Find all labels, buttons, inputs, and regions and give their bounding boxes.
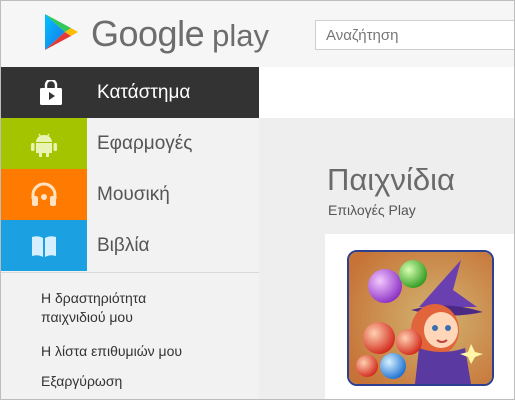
games-panel: Παιχνίδια Επιλογές Play <box>259 118 514 399</box>
sidebar-item-apps[interactable]: Εφαρμογές <box>1 118 259 169</box>
search-input[interactable] <box>316 21 514 49</box>
page-title: Παιχνίδια <box>327 162 455 197</box>
book-icon <box>32 235 56 257</box>
sidebar: Κατάστημα Εφαρμογές Μουσική Βιβλία Η δρα… <box>1 67 259 399</box>
music-color-block <box>1 169 87 220</box>
sidebar-item-label: Μουσική <box>97 183 170 205</box>
sidebar-item-label: Βιβλία <box>97 234 150 256</box>
browser-frame: Google play Κατάστημα <box>0 0 515 400</box>
apps-color-block <box>1 118 87 169</box>
link-redeem[interactable]: Εξαργύρωση <box>41 372 122 391</box>
game-thumbnail[interactable] <box>347 250 494 386</box>
main-content: Παιχνίδια Επιλογές Play <box>259 67 514 399</box>
sidebar-item-books[interactable]: Βιβλία <box>1 220 259 271</box>
bubble-witch-game-art-icon <box>349 252 492 384</box>
books-color-block <box>1 220 87 271</box>
sidebar-item-music[interactable]: Μουσική <box>1 169 259 220</box>
google-play-logo-icon[interactable] <box>41 12 81 52</box>
account-links: Η δραστηριότητα παιχνιδιού μου Η λίστα ε… <box>1 272 259 389</box>
sidebar-item-label: Εφαρμογές <box>97 132 193 154</box>
header: Google play <box>1 1 514 67</box>
brand-google: Google <box>91 13 205 54</box>
headphones-icon <box>31 182 57 206</box>
shopping-bag-icon <box>40 80 62 105</box>
search-box[interactable] <box>315 20 514 50</box>
sidebar-item-label: Κατάστημα <box>97 81 191 103</box>
link-my-wishlist[interactable]: Η λίστα επιθυμιών μου <box>41 342 182 361</box>
app-card[interactable] <box>325 234 514 399</box>
sub-navigation-bar <box>259 67 514 118</box>
link-my-game-activity[interactable]: Η δραστηριότητα παιχνιδιού μου <box>41 289 211 327</box>
page-subtitle[interactable]: Επιλογές Play <box>328 202 416 218</box>
sidebar-item-store[interactable]: Κατάστημα <box>1 67 259 118</box>
brand-play: play <box>212 18 269 53</box>
android-icon <box>31 133 57 157</box>
brand-wordmark[interactable]: Google play <box>91 13 269 54</box>
